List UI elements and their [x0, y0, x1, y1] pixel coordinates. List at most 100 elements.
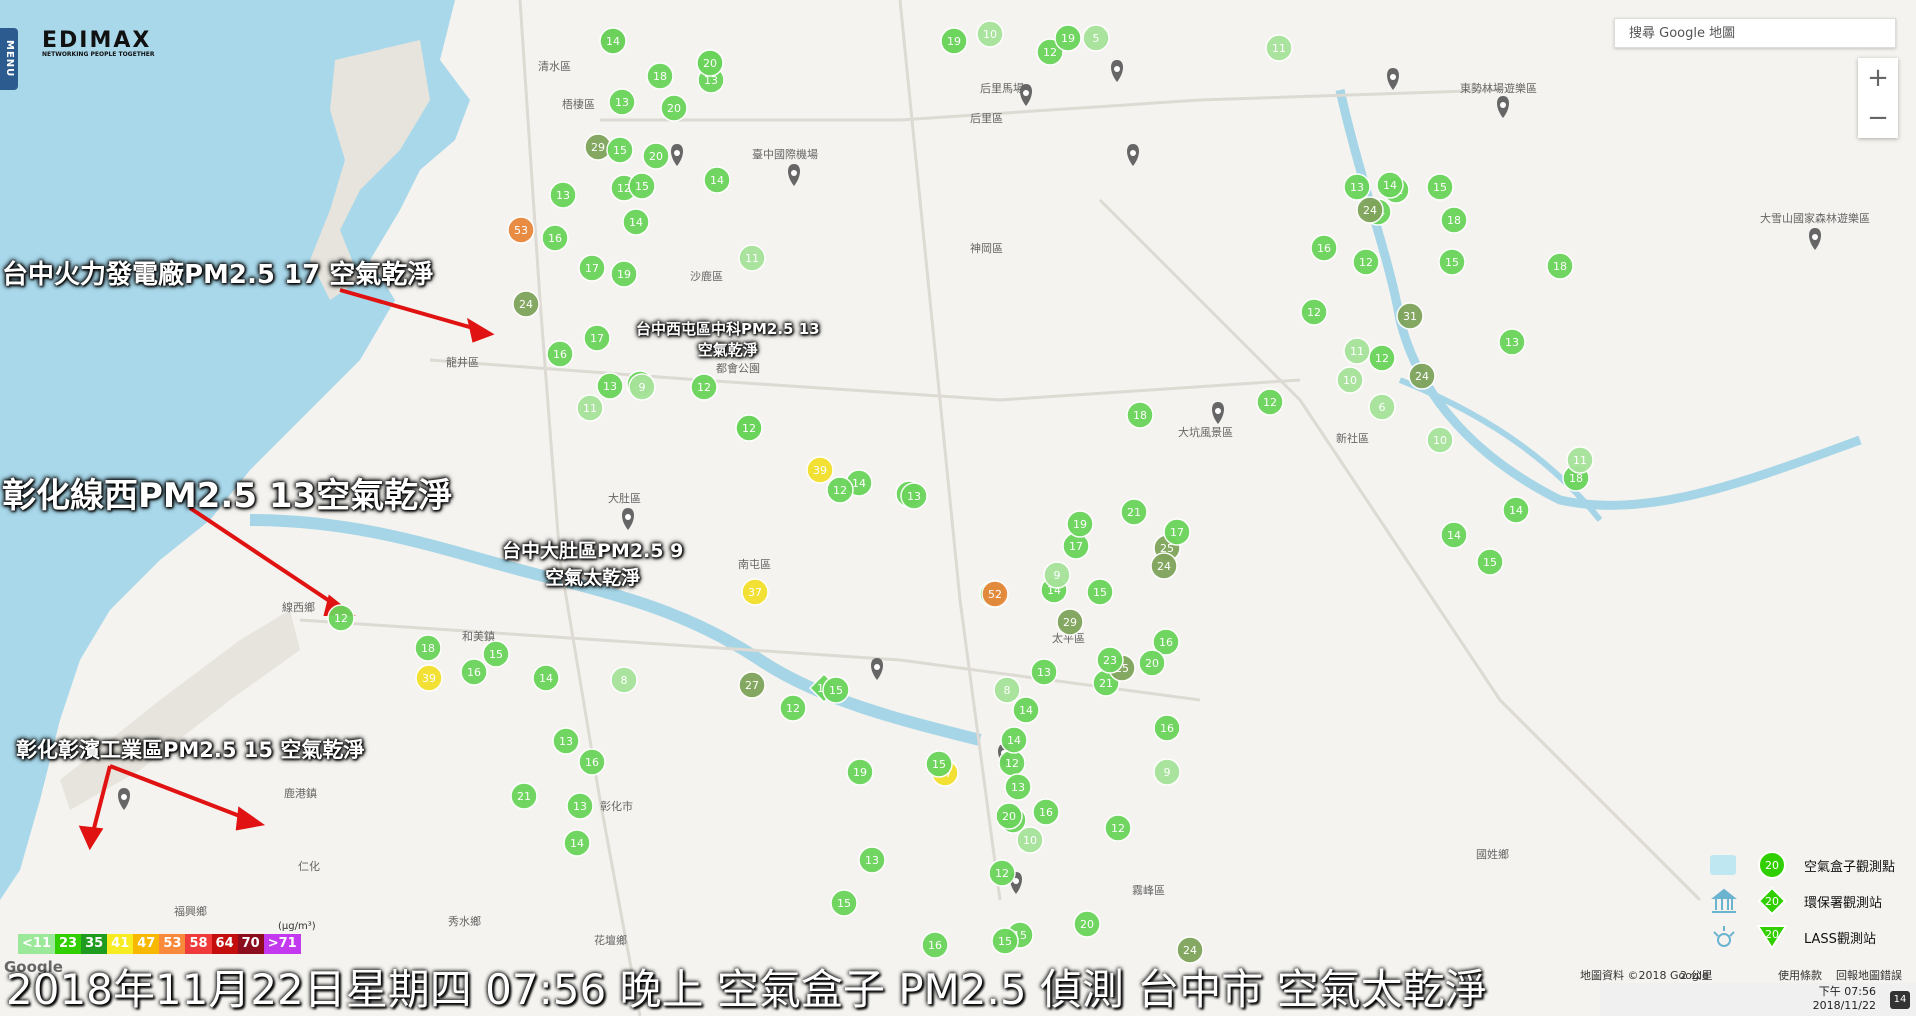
- station-marker[interactable]: 15: [830, 889, 858, 917]
- station-marker[interactable]: 13: [900, 482, 928, 510]
- station-marker[interactable]: 12: [1104, 814, 1132, 842]
- station-marker[interactable]: 14: [1000, 726, 1028, 754]
- station-marker[interactable]: 19: [846, 758, 874, 786]
- station-marker[interactable]: 17: [578, 254, 606, 282]
- station-marker[interactable]: 39: [415, 664, 443, 692]
- station-marker[interactable]: 8: [610, 666, 638, 694]
- search-input[interactable]: 搜尋 Google 地圖: [1614, 18, 1896, 48]
- station-marker[interactable]: 9: [1043, 561, 1071, 589]
- station-marker[interactable]: 15: [1086, 578, 1114, 606]
- station-marker[interactable]: 18: [414, 634, 442, 662]
- station-marker[interactable]: 17: [583, 324, 611, 352]
- station-marker[interactable]: 24: [1356, 196, 1384, 224]
- station-marker[interactable]: 20: [995, 802, 1023, 830]
- station-marker[interactable]: 19: [1066, 510, 1094, 538]
- station-marker[interactable]: 14: [532, 664, 560, 692]
- station-marker[interactable]: 12: [1352, 248, 1380, 276]
- station-marker[interactable]: 27: [738, 671, 766, 699]
- station-marker[interactable]: 37: [741, 578, 769, 606]
- station-marker[interactable]: 16: [546, 340, 574, 368]
- station-marker[interactable]: 14: [1376, 171, 1404, 199]
- station-marker[interactable]: 24: [1408, 362, 1436, 390]
- station-marker[interactable]: 15: [925, 750, 953, 778]
- zoom-out-button[interactable]: −: [1858, 98, 1898, 138]
- station-marker[interactable]: 9: [628, 373, 656, 401]
- station-marker[interactable]: 12: [998, 749, 1026, 777]
- station-marker[interactable]: 15: [482, 640, 510, 668]
- station-marker[interactable]: 11: [576, 394, 604, 422]
- station-marker[interactable]: 20: [1073, 910, 1101, 938]
- station-marker[interactable]: 12: [779, 694, 807, 722]
- station-marker[interactable]: 53: [507, 216, 535, 244]
- station-marker[interactable]: 23: [1096, 646, 1124, 674]
- station-marker[interactable]: 16: [578, 748, 606, 776]
- station-marker[interactable]: 14: [1502, 496, 1530, 524]
- station-marker[interactable]: 13: [596, 372, 624, 400]
- zoom-in-button[interactable]: +: [1858, 58, 1898, 98]
- station-marker[interactable]: 12: [1368, 344, 1396, 372]
- menu-tab[interactable]: MENU: [0, 28, 18, 90]
- station-marker[interactable]: 13: [1030, 658, 1058, 686]
- station-marker[interactable]: 19: [940, 27, 968, 55]
- station-marker[interactable]: 29: [1056, 608, 1084, 636]
- station-marker[interactable]: 11: [738, 244, 766, 272]
- station-marker[interactable]: 19: [610, 260, 638, 288]
- station-marker[interactable]: 14: [703, 166, 731, 194]
- station-marker[interactable]: 13: [608, 88, 636, 116]
- station-marker[interactable]: 16: [541, 224, 569, 252]
- station-marker[interactable]: 14: [563, 829, 591, 857]
- station-marker[interactable]: 19: [1054, 24, 1082, 52]
- station-marker[interactable]: 11: [1343, 337, 1371, 365]
- station-marker[interactable]: 16: [1032, 798, 1060, 826]
- station-marker[interactable]: 12: [988, 859, 1016, 887]
- station-marker[interactable]: 20: [1138, 649, 1166, 677]
- station-marker[interactable]: 21: [1120, 498, 1148, 526]
- station-marker[interactable]: 15: [822, 676, 850, 704]
- station-marker[interactable]: 10: [976, 20, 1004, 48]
- station-marker[interactable]: 13: [552, 727, 580, 755]
- station-marker[interactable]: 14: [622, 208, 650, 236]
- station-marker[interactable]: 12: [327, 604, 355, 632]
- station-marker[interactable]: 13: [1004, 773, 1032, 801]
- station-marker[interactable]: 12: [1300, 298, 1328, 326]
- station-marker[interactable]: 15: [606, 136, 634, 164]
- station-marker[interactable]: 12: [1256, 388, 1284, 416]
- station-marker[interactable]: 20: [642, 142, 670, 170]
- station-marker[interactable]: 15: [1438, 248, 1466, 276]
- station-marker[interactable]: 18: [646, 62, 674, 90]
- station-marker[interactable]: 16: [1310, 234, 1338, 262]
- station-marker[interactable]: 15: [1476, 548, 1504, 576]
- station-marker[interactable]: 15: [628, 172, 656, 200]
- station-marker[interactable]: 12: [690, 373, 718, 401]
- station-marker[interactable]: 13: [1343, 173, 1371, 201]
- station-marker[interactable]: 24: [1150, 552, 1178, 580]
- station-marker[interactable]: 13: [858, 846, 886, 874]
- station-marker[interactable]: 8: [993, 676, 1021, 704]
- station-marker[interactable]: 16: [1153, 714, 1181, 742]
- station-marker[interactable]: 16: [921, 931, 949, 959]
- station-marker[interactable]: 20: [696, 49, 724, 77]
- station-marker[interactable]: 18: [1126, 401, 1154, 429]
- station-marker[interactable]: 24: [1176, 936, 1204, 964]
- station-marker[interactable]: 10: [1336, 366, 1364, 394]
- station-marker[interactable]: 16: [460, 658, 488, 686]
- station-marker[interactable]: 13: [1498, 328, 1526, 356]
- station-marker[interactable]: 13: [549, 181, 577, 209]
- station-marker[interactable]: 18: [1440, 206, 1468, 234]
- station-marker[interactable]: 21: [510, 782, 538, 810]
- station-marker[interactable]: 52: [981, 580, 1009, 608]
- station-marker[interactable]: 17: [1163, 518, 1191, 546]
- station-marker[interactable]: 11: [1265, 34, 1293, 62]
- station-marker[interactable]: 14: [1440, 521, 1468, 549]
- station-marker[interactable]: 18: [1546, 252, 1574, 280]
- station-marker[interactable]: 10: [1426, 426, 1454, 454]
- station-marker[interactable]: 10: [1016, 826, 1044, 854]
- station-marker[interactable]: 24: [512, 290, 540, 318]
- station-marker[interactable]: 39: [806, 456, 834, 484]
- station-marker[interactable]: 13: [566, 792, 594, 820]
- attribution-report[interactable]: 回報地圖錯誤: [1836, 967, 1902, 983]
- notification-badge[interactable]: 14: [1890, 991, 1910, 1009]
- station-marker[interactable]: 31: [1396, 302, 1424, 330]
- station-marker[interactable]: 5: [1082, 24, 1110, 52]
- station-marker[interactable]: 12: [735, 414, 763, 442]
